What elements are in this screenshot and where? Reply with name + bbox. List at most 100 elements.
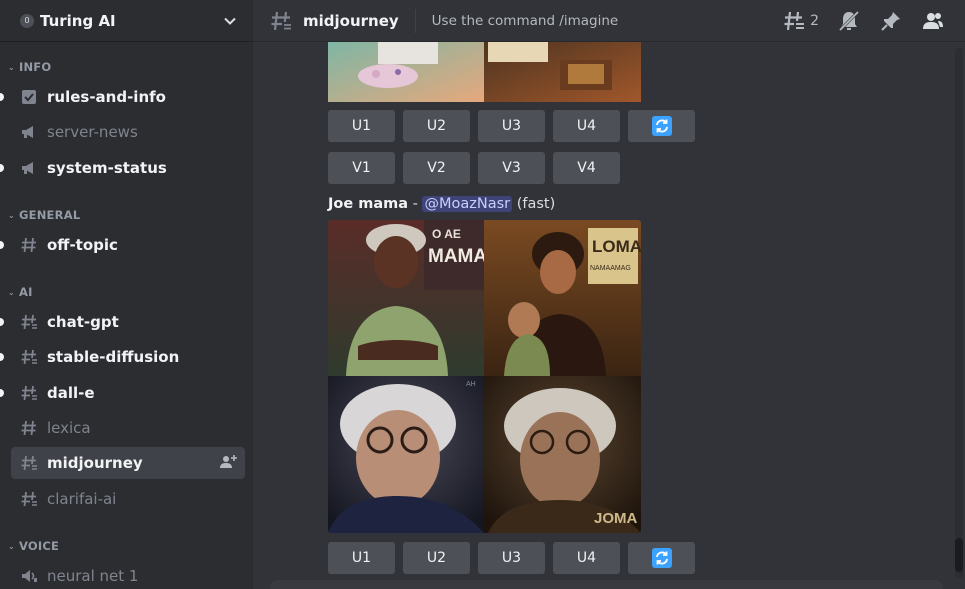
server-boost-badge: 0: [20, 13, 34, 28]
generated-image-grid: O AE MAMA LOMA NAMAAMAG AH JOMA: [328, 220, 641, 533]
channel-label: system-status: [47, 159, 167, 177]
variation-button-v1[interactable]: V1: [328, 152, 395, 184]
thread-hash-icon: [271, 11, 291, 30]
scrollbar-track[interactable]: [955, 48, 963, 578]
caret-down-icon: ⌄: [8, 210, 15, 220]
upscale-button-u2[interactable]: U2: [403, 542, 470, 574]
thread-hash-icon: [19, 453, 39, 473]
channel-label: rules-and-info: [47, 88, 166, 106]
image-text-tl-1: O AE: [432, 227, 461, 241]
header-toolbar: 2: [782, 0, 945, 42]
unread-indicator: [0, 318, 4, 326]
upscale-button-u4[interactable]: U4: [553, 110, 620, 142]
thread-hash-icon: [19, 312, 39, 332]
category-ai[interactable]: ⌄ AI: [0, 284, 33, 300]
unread-indicator: [0, 93, 4, 101]
category-label: VOICE: [18, 539, 60, 553]
unread-indicator: [0, 164, 4, 172]
channel-clarifai-ai[interactable]: clarifai-ai: [11, 483, 245, 515]
thread-count: 2: [810, 13, 819, 29]
scrollbar-thumb[interactable]: [955, 538, 963, 572]
variation-button-v2[interactable]: V2: [403, 152, 470, 184]
image-text-tl-2: MAMA: [428, 246, 487, 267]
reroll-button[interactable]: [628, 110, 695, 142]
separator: -: [408, 196, 423, 212]
upscale-button-u2[interactable]: U2: [403, 110, 470, 142]
caret-down-icon: ⌄: [8, 541, 15, 551]
channel-label: lexica: [47, 419, 91, 437]
category-voice[interactable]: ⌄ VOICE: [0, 538, 59, 554]
channel-sidebar: 0 Turing AI ⌄ INFO rules-and-info server…: [0, 0, 253, 589]
add-member-icon[interactable]: [219, 453, 237, 471]
unread-indicator: [0, 389, 4, 397]
server-name: Turing AI: [40, 11, 116, 30]
rules-icon: [19, 87, 39, 107]
image-text-tr: LOMA: [592, 237, 641, 256]
channel-label: clarifai-ai: [47, 490, 117, 508]
channel-label: neural net 1: [47, 567, 139, 585]
unread-indicator: [0, 241, 4, 249]
channel-off-topic[interactable]: off-topic: [0, 229, 245, 261]
message-prompt-line: Joe mama - @MoazNasr (fast): [328, 196, 555, 212]
upscale-button-u4[interactable]: U4: [553, 542, 620, 574]
channel-neural-net-1[interactable]: neural net 1: [11, 560, 245, 589]
channel-dall-e[interactable]: dall-e: [0, 377, 245, 409]
channel-topic[interactable]: Use the command /imagine: [432, 13, 619, 29]
chevron-down-icon: [224, 17, 236, 25]
channel-stable-diffusion[interactable]: stable-diffusion: [0, 341, 245, 373]
category-label: INFO: [18, 60, 52, 74]
upscale-button-u3[interactable]: U3: [478, 110, 545, 142]
unread-indicator: [0, 353, 4, 361]
announcement-icon: [19, 158, 39, 178]
thread-hash-icon: [19, 383, 39, 403]
image-text-tr-small: NAMAAMAG: [590, 265, 631, 272]
image-grid[interactable]: O AE MAMA LOMA NAMAAMAG AH JOMA: [328, 220, 641, 533]
announcement-icon: [19, 122, 39, 142]
server-header[interactable]: 0 Turing AI: [0, 0, 253, 42]
channel-system-status[interactable]: system-status: [0, 152, 245, 184]
image-text-bl-corner: AH: [466, 381, 476, 388]
variation-button-v3[interactable]: V3: [478, 152, 545, 184]
refresh-icon: [651, 548, 672, 568]
channel-label: dall-e: [47, 384, 95, 402]
user-mention[interactable]: @MoazNasr: [422, 196, 513, 212]
caret-down-icon: ⌄: [8, 62, 15, 72]
speed-label: (fast): [512, 196, 556, 212]
channel-title: midjourney: [303, 11, 399, 30]
channel-header: midjourney Use the command /imagine 2: [253, 0, 965, 42]
notification-muted-icon[interactable]: [837, 9, 861, 33]
hash-icon: [19, 235, 39, 255]
channel-label: chat-gpt: [47, 313, 119, 331]
channel-label: server-news: [47, 123, 138, 141]
variation-button-v4[interactable]: V4: [553, 152, 620, 184]
image-text-br: JOMA: [594, 510, 638, 527]
channel-server-news[interactable]: server-news: [11, 116, 245, 148]
reroll-button[interactable]: [628, 542, 695, 574]
caret-down-icon: ⌄: [8, 287, 15, 297]
message-list[interactable]: U1 U2 U3 U4 V1 V2 V3 V4 Joe mama - @Moaz…: [253, 42, 965, 589]
threads-icon[interactable]: [782, 9, 806, 33]
image-grid-previous[interactable]: [328, 42, 641, 102]
channel-label: midjourney: [47, 454, 143, 472]
generated-image-previous: [328, 42, 641, 102]
header-divider: [414, 8, 416, 33]
member-list-icon[interactable]: [921, 9, 945, 33]
upscale-button-u1[interactable]: U1: [328, 110, 395, 142]
thread-hash-icon: [19, 347, 39, 367]
thread-hash-icon: [19, 489, 39, 509]
hash-icon: [19, 418, 39, 438]
channel-label: off-topic: [47, 236, 118, 254]
channel-label: stable-diffusion: [47, 348, 180, 366]
pin-icon[interactable]: [879, 9, 903, 33]
refresh-icon: [651, 116, 672, 136]
channel-rules-and-info[interactable]: rules-and-info: [0, 81, 245, 113]
channel-lexica[interactable]: lexica: [11, 412, 245, 444]
message-composer[interactable]: [270, 580, 943, 589]
category-general[interactable]: ⌄ GENERAL: [0, 207, 80, 223]
upscale-button-u3[interactable]: U3: [478, 542, 545, 574]
category-info[interactable]: ⌄ INFO: [0, 59, 51, 75]
speaker-icon: [19, 566, 39, 586]
channel-midjourney[interactable]: midjourney: [11, 447, 245, 479]
channel-chat-gpt[interactable]: chat-gpt: [0, 306, 245, 338]
upscale-button-u1[interactable]: U1: [328, 542, 395, 574]
